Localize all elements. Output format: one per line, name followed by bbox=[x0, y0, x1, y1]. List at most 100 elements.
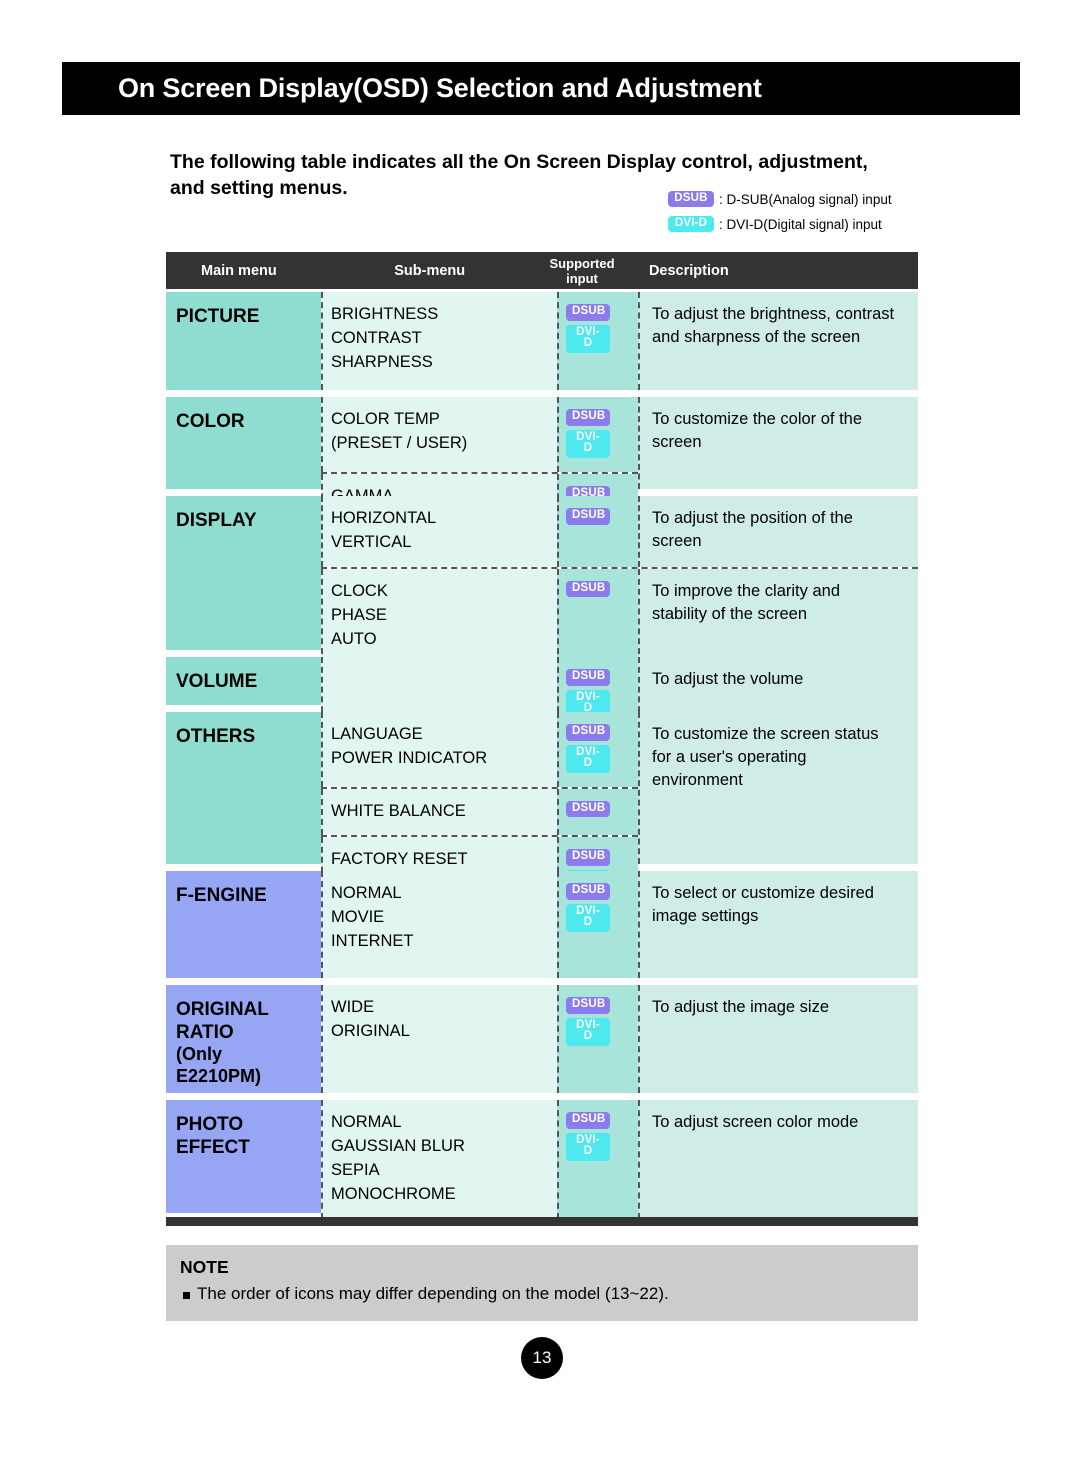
signal-legend: DSUB : D-SUB(Analog signal) input DVI-D … bbox=[668, 188, 892, 238]
dvid-badge-icon: DVI-D bbox=[566, 744, 610, 773]
photo-0-description-cell: To adjust screen color mode bbox=[638, 1100, 918, 1219]
row-left-columns: COLOR TEMP (PRESET / USER)DSUBDVI-DGAMMA… bbox=[321, 397, 638, 548]
note-bullet-row: The order of icons may differ depending … bbox=[180, 1283, 918, 1305]
dsub-badge-icon: DSUB bbox=[566, 724, 610, 741]
legend-item-dvid: DVI-D : DVI-D(Digital signal) input bbox=[668, 213, 892, 235]
sub-menu-item: SHARPNESS bbox=[331, 352, 433, 371]
f-engine-0-supported-input-cell: DSUB DVI-D bbox=[557, 871, 638, 978]
row-content: NORMAL MOVIE INTERNET DSUB DVI-D To select or… bbox=[321, 871, 918, 978]
picture-0-description-cell: To adjust the brightness, contrast and sh… bbox=[638, 292, 918, 390]
description-line: screen bbox=[652, 432, 702, 451]
sub-menu-item: INTERNET bbox=[331, 931, 414, 950]
dsub-badge-icon: DSUB bbox=[566, 883, 610, 900]
dsub-badge-icon: DSUB bbox=[566, 669, 610, 686]
main-menu-label: F-ENGINE bbox=[176, 885, 267, 906]
dvid-badge-icon: DVI-D bbox=[566, 903, 610, 932]
page-title: On Screen Display(OSD) Selection and Adj… bbox=[118, 73, 762, 103]
row-left-columns: LANGUAGE POWER INDICATOR DSUB DVI-D WHITE BA… bbox=[321, 712, 638, 912]
dvid-badge-icon: DVI-D bbox=[566, 1017, 610, 1046]
page-number-badge: 13 bbox=[521, 1337, 563, 1379]
others-0-supported-input-cell: DSUB DVI-D bbox=[557, 712, 638, 787]
main-menu-label-extra: RATIO bbox=[176, 1022, 234, 1044]
description-line: To improve the clarity and bbox=[652, 581, 841, 600]
main-menu-label-extra: (Only bbox=[176, 1044, 223, 1065]
original-0-sub-menu-cell: WIDE ORIGINAL bbox=[321, 985, 557, 1093]
description-line: and sharpness of the screen bbox=[652, 327, 861, 346]
legend-label-dvid: : DVI-D(Digital signal) input bbox=[719, 216, 882, 232]
note-title: NOTE bbox=[180, 1257, 229, 1277]
row-band: NORMAL MOVIE INTERNET DSUB DVI-D To select or… bbox=[321, 871, 918, 978]
main-menu-cell-display: DISPLAY bbox=[166, 496, 321, 650]
main-menu-cell-picture: PICTURE bbox=[166, 292, 321, 390]
row-band: COLOR TEMP (PRESET / USER) DSUB DVI-D bbox=[321, 397, 638, 472]
dvid-badge-icon: DVI-D bbox=[566, 324, 610, 353]
photo-0-sub-menu-cell: NORMAL GAUSSIAN BLUR SEPIA MONOCHROME bbox=[321, 1100, 557, 1219]
table-row: OTHERS LANGUAGE POWER INDICATOR DSUB DVI-D WH… bbox=[166, 712, 918, 912]
main-menu-label: OTHERS bbox=[176, 726, 256, 747]
original-0-supported-input-cell: DSUB DVI-D bbox=[557, 985, 638, 1093]
row-content: DSUB DVI-D To adjust the volume bbox=[321, 657, 918, 732]
picture-0-sub-menu-cell: BRIGHTNESS CONTRAST SHARPNESS bbox=[321, 292, 557, 390]
row-band: BRIGHTNESS CONTRAST SHARPNESS DSUB DVI-D To a… bbox=[321, 292, 918, 390]
dsub-badge-icon: DSUB bbox=[566, 800, 610, 817]
main-menu-cell-f-engine: F-ENGINE bbox=[166, 871, 321, 978]
color-description-cell: To customize the color of the screen bbox=[638, 397, 918, 489]
sub-menu-item: CONTRAST bbox=[331, 328, 422, 347]
dsub-badge-icon: DSUB bbox=[566, 580, 610, 598]
dsub-badge-icon: DSUB bbox=[668, 190, 714, 208]
main-menu-cell-photo: PHOTO EFFECT bbox=[166, 1100, 321, 1213]
table-row: DISPLAY HORIZONTAL VERTICAL DSUB To adjust t… bbox=[166, 496, 918, 664]
sub-menu-item: PHASE bbox=[331, 605, 387, 624]
row-content: NORMAL GAUSSIAN BLUR SEPIA MONOCHROME DSUB DV… bbox=[321, 1100, 918, 1219]
sub-menu-item: MONOCHROME bbox=[331, 1184, 456, 1203]
description-line: To adjust the volume bbox=[652, 670, 804, 688]
dvid-badge-icon: DVI-D bbox=[566, 1132, 610, 1161]
table-row: COLOR COLOR TEMP (PRESET / USER) DSUB DVI-D… bbox=[166, 397, 918, 548]
photo-0-supported-input-cell: DSUB DVI-D bbox=[557, 1100, 638, 1219]
main-menu-label: PHOTO bbox=[176, 1114, 244, 1135]
others-description-cell: To customize the screen status for a user… bbox=[638, 712, 918, 864]
main-menu-label: ORIGINAL bbox=[176, 999, 269, 1020]
main-menu-label-extra: E2210PM) bbox=[176, 1066, 262, 1087]
f-engine-0-sub-menu-cell: NORMAL MOVIE INTERNET bbox=[321, 871, 557, 978]
row-content: COLOR TEMP (PRESET / USER)DSUBDVI-DGAMMA… bbox=[321, 397, 918, 548]
note-body: The order of icons may differ depending … bbox=[197, 1284, 669, 1303]
legend-label-dsub: : D-SUB(Analog signal) input bbox=[719, 191, 892, 207]
column-header-main-menu: Main menu bbox=[201, 262, 277, 279]
sub-menu-item: WHITE BALANCE bbox=[331, 801, 466, 820]
sub-menu-item: VERTICAL bbox=[331, 532, 412, 551]
description-line: To adjust screen color mode bbox=[652, 1113, 859, 1131]
sub-menu-item: MOVIE bbox=[331, 907, 385, 926]
picture-0-supported-input-cell: DSUB DVI-D bbox=[557, 292, 638, 390]
main-menu-label: COLOR bbox=[176, 411, 245, 432]
main-menu-label: VOLUME bbox=[176, 671, 258, 692]
description-line: To customize the color of the bbox=[652, 410, 863, 428]
dsub-badge-icon: DSUB bbox=[566, 508, 610, 525]
color-0-sub-menu-cell: COLOR TEMP (PRESET / USER) bbox=[321, 397, 557, 472]
main-menu-cell-original: ORIGINAL RATIO (Only E2210PM) bbox=[166, 985, 321, 1093]
column-header-supported-input: Supported input bbox=[549, 255, 615, 286]
display-0-supported-input-cell: DSUB bbox=[557, 496, 638, 567]
others-1-sub-menu-cell: WHITE BALANCE bbox=[321, 788, 557, 836]
description-line: To adjust the brightness, contrast bbox=[652, 305, 895, 323]
dsub-badge-icon: DSUB bbox=[566, 1112, 610, 1129]
description-line: To adjust the image size bbox=[652, 998, 830, 1016]
row-content: BRIGHTNESS CONTRAST SHARPNESS DSUB DVI-D To a… bbox=[321, 292, 918, 390]
row-content: LANGUAGE POWER INDICATOR DSUB DVI-D WHITE BA… bbox=[321, 712, 918, 912]
display-0-description-cell: To adjust the position of the screen bbox=[638, 496, 918, 567]
display-1-supported-input-cell: DSUB bbox=[557, 568, 638, 664]
sub-menu-item: COLOR TEMP bbox=[331, 410, 440, 428]
sub-menu-item: BRIGHTNESS bbox=[331, 305, 439, 323]
table-bottom-bar bbox=[166, 1217, 918, 1226]
display-1-sub-menu-cell: CLOCK PHASE AUTO bbox=[321, 568, 557, 664]
row-content: HORIZONTAL VERTICAL DSUB To adjust the posi… bbox=[321, 496, 918, 664]
sub-menu-item: HORIZONTAL bbox=[331, 509, 437, 527]
dvid-badge-icon: DVI-D bbox=[668, 215, 714, 233]
manual-page: On Screen Display(OSD) Selection and Adj… bbox=[0, 0, 1080, 1477]
osd-menu-table: Main menu Sub-menu Supported input Descr… bbox=[166, 252, 918, 1219]
others-1-supported-input-cell: DSUB bbox=[557, 788, 638, 836]
others-0-sub-menu-cell: LANGUAGE POWER INDICATOR bbox=[321, 712, 557, 787]
row-band: WHITE BALANCE DSUB bbox=[321, 786, 638, 836]
description-line: stability of the screen bbox=[652, 604, 807, 623]
description-line: To select or customize desired bbox=[652, 884, 874, 902]
